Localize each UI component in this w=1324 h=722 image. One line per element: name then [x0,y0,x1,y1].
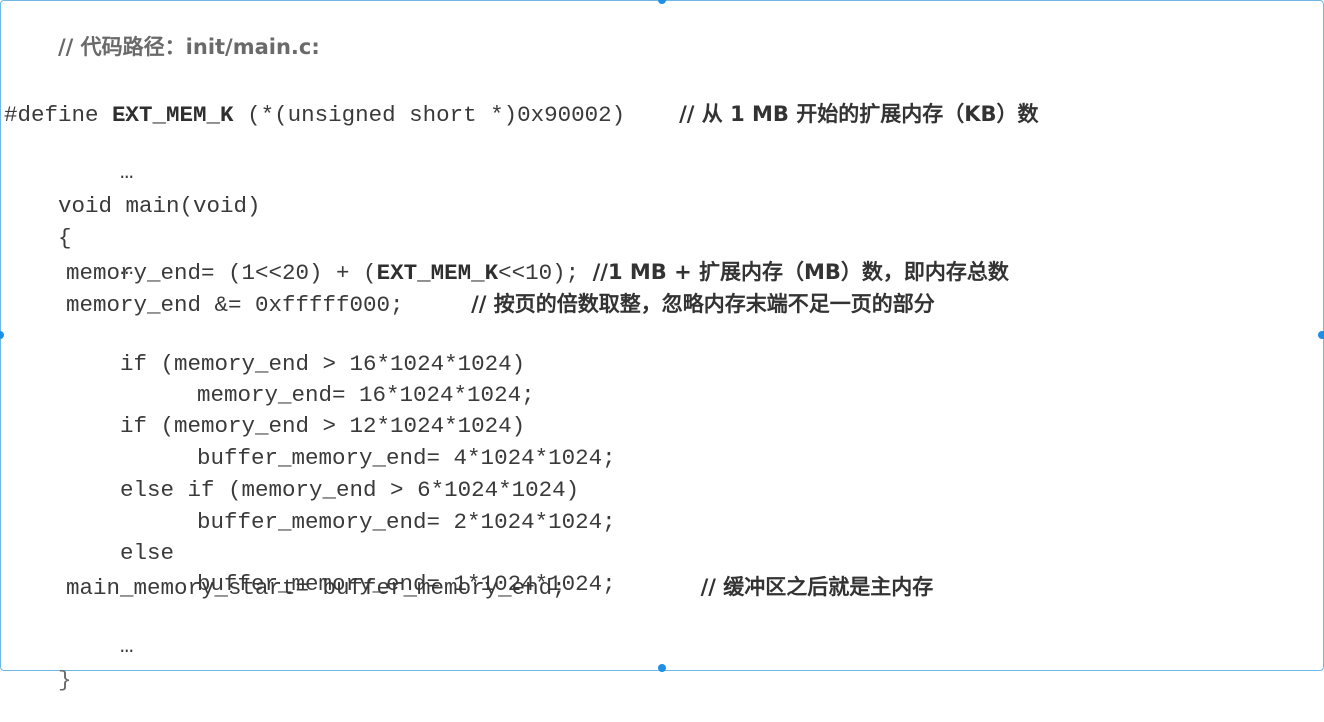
main-memory-start-line: main_memory_start= buffer_memory_end; //… [66,573,933,602]
main-memory-start-code: main_memory_start= buffer_memory_end; [66,575,701,601]
code-listing: // 代码路径：init/main.c: … #define EXT_MEM_K… [0,0,1324,693]
memory-align-comment: // 按页的倍数取整，忽略内存末端不足一页的部分 [471,292,935,316]
open-brace-line: { [4,196,72,280]
define-macro: EXT_MEM_K [112,102,234,128]
main-decl-text: void main(void) [58,193,261,219]
else-if-body-text: buffer_memory_end= 2*1024*1024; [197,509,616,535]
close-brace-line: } [4,638,72,722]
path-comment-text: // 代码路径：init/main.c: [58,35,320,59]
memory-align-line: memory_end &= 0xfffff000; // 按页的倍数取整，忽略内… [66,290,935,319]
define-prefix: #define [4,102,113,128]
memory-end-prefix: memory_end= (1<<20) + ( [66,260,377,286]
memory-end-macro: EXT_MEM_K [376,260,499,286]
define-comment: // 从 1 MB 开始的扩展内存（KB）数 [679,102,1039,126]
define-value: (*(unsigned short *)0x90002) [233,102,680,128]
memory-end-line: memory_end= (1<<20) + (EXT_MEM_K<<10); /… [66,258,1009,287]
ellipsis: … [120,633,134,659]
memory-end-comment: //1 MB + 扩展内存（MB）数，即内存总数 [592,260,1009,284]
main-memory-start-comment: // 缓冲区之后就是主内存 [700,575,934,599]
define-line: #define EXT_MEM_K (*(unsigned short *)0x… [4,100,1039,129]
ellipsis-line: … [66,604,134,688]
path-comment: // 代码路径：init/main.c: [4,5,320,90]
memory-align-code: memory_end &= 0xfffff000; [66,292,472,318]
memory-end-suffix: <<10); [498,260,593,286]
